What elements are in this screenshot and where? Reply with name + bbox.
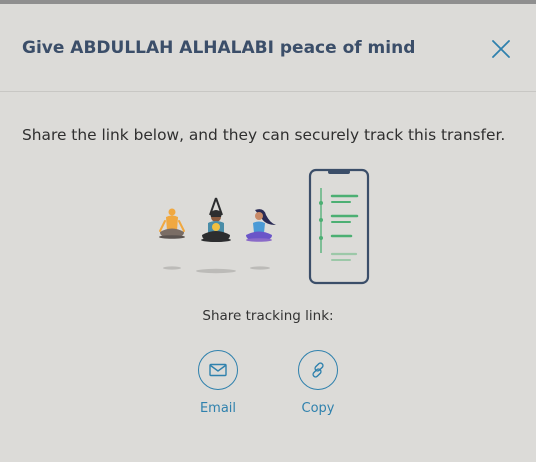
copy-link-button[interactable]: Copy [278, 350, 358, 420]
envelope-icon [209, 363, 227, 377]
close-icon [492, 40, 510, 58]
close-button[interactable] [488, 36, 514, 62]
shadow-middle [196, 268, 236, 274]
meditating-people-and-phone-illustration [150, 165, 380, 290]
copy-button-circle[interactable] [298, 350, 338, 390]
meditating-person-center-icon [201, 197, 231, 242]
copy-label[interactable]: Copy [278, 401, 358, 416]
shadow-right [250, 266, 270, 270]
header-divider [0, 91, 536, 92]
dialog-header: Give ABDULLAH ALHALABI peace of mind [0, 4, 536, 91]
phone-checklist-icon [308, 168, 370, 285]
meditating-person-orange-icon [159, 208, 185, 239]
meditating-person-purple-icon [246, 209, 276, 242]
email-label[interactable]: Email [178, 401, 258, 416]
shadow-left [163, 266, 181, 270]
email-share-button[interactable]: Email [178, 350, 258, 420]
email-button-circle[interactable] [198, 350, 238, 390]
dialog-title: Give ABDULLAH ALHALABI peace of mind [22, 38, 416, 58]
share-description: Share the link below, and they can secur… [22, 126, 506, 144]
share-tracking-label: Share tracking link: [202, 308, 334, 324]
link-icon [312, 362, 324, 378]
